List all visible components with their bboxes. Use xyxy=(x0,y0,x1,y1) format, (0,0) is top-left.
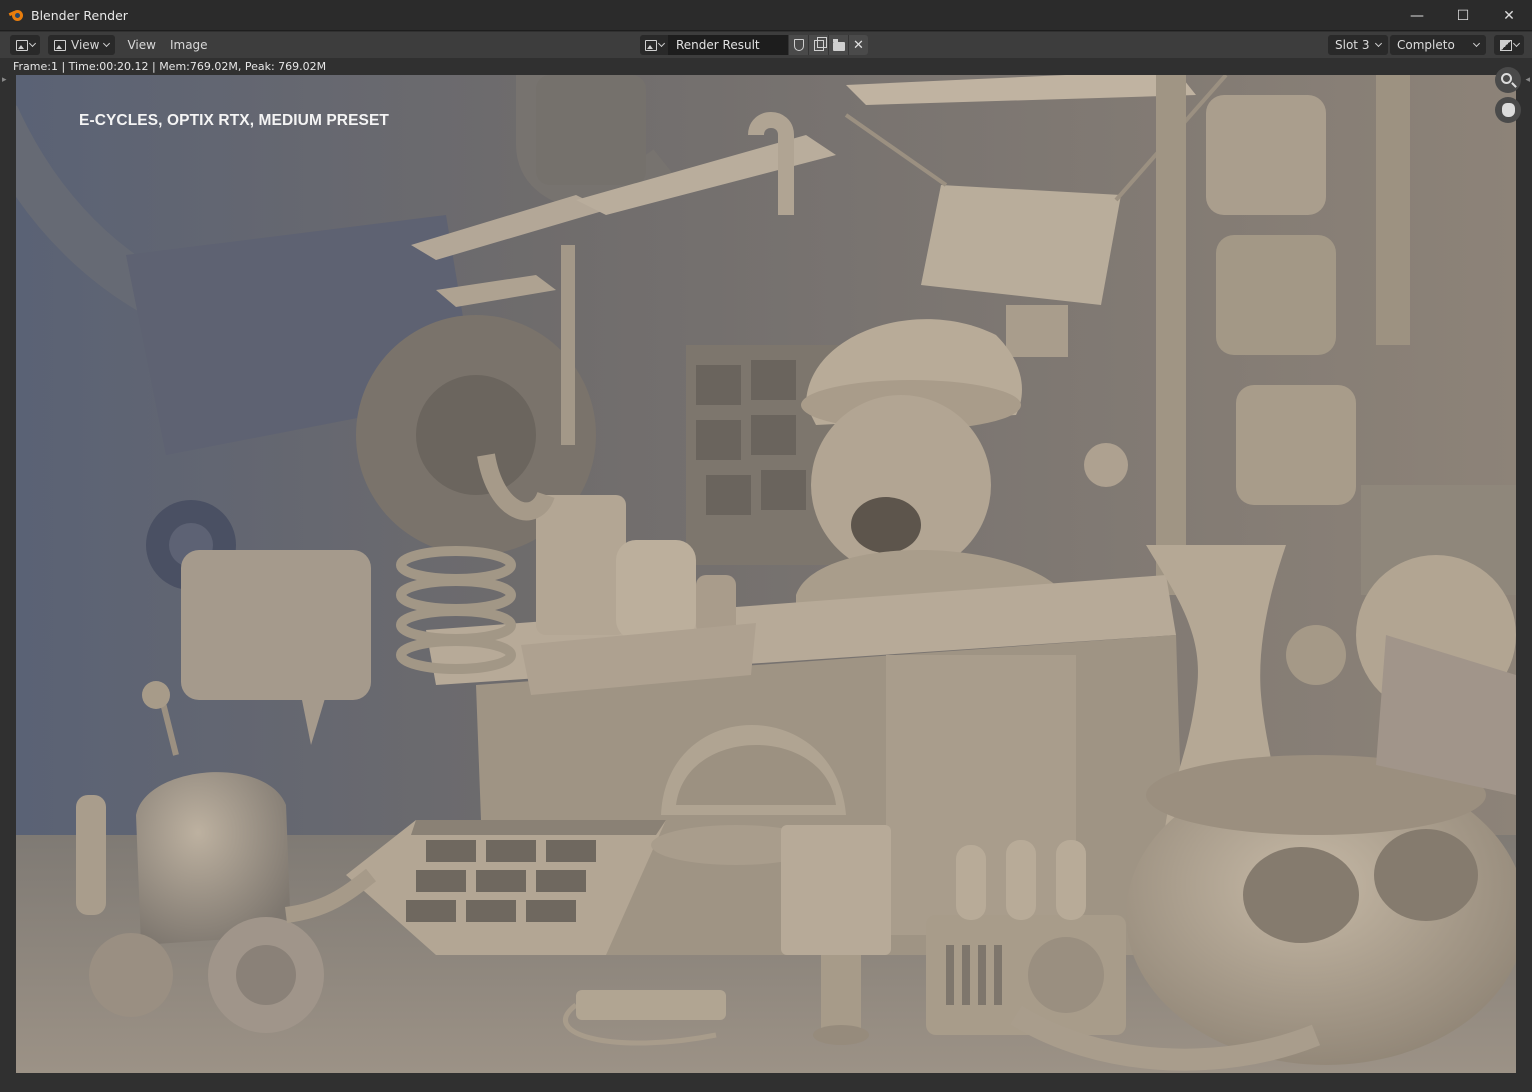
title-bar: Blender Render — ☐ ✕ xyxy=(0,0,1532,31)
window-controls: — ☐ ✕ xyxy=(1394,0,1532,31)
image-viewport[interactable]: ▸ ◂ E-CYCLES, OPTIX RTX, MEDIUM PRESET xyxy=(0,67,1532,1092)
image-name-field[interactable]: Render Result xyxy=(668,35,788,55)
editor-type-button[interactable] xyxy=(10,35,40,55)
close-icon: ✕ xyxy=(853,37,864,53)
blender-logo-icon xyxy=(8,7,25,23)
duplicate-icon xyxy=(813,36,827,51)
minimize-button[interactable]: — xyxy=(1394,0,1440,31)
chevron-down-icon xyxy=(103,39,111,48)
pan-button[interactable] xyxy=(1495,97,1521,123)
window-title: Blender Render xyxy=(31,7,128,23)
toolbar-expand-icon[interactable]: ▸ xyxy=(2,75,7,85)
chevron-down-icon xyxy=(28,39,36,48)
folder-icon xyxy=(832,38,845,51)
view-mode-label: View xyxy=(71,38,100,52)
zoom-button[interactable] xyxy=(1495,67,1521,93)
chevron-down-icon xyxy=(1472,39,1481,48)
pass-select[interactable]: Completo xyxy=(1390,35,1486,55)
display-mode-icon xyxy=(1499,39,1512,51)
view-mode-dropdown[interactable]: View xyxy=(48,35,116,55)
close-window-button[interactable]: ✕ xyxy=(1486,0,1532,31)
render-caption: E-CYCLES, OPTIX RTX, MEDIUM PRESET xyxy=(79,112,389,129)
chevron-down-icon xyxy=(657,39,665,48)
unlink-image-button[interactable]: ✕ xyxy=(848,35,868,55)
new-image-button[interactable] xyxy=(808,35,828,55)
maximize-button[interactable]: ☐ xyxy=(1440,0,1486,31)
image-selector: Render Result ✕ xyxy=(640,35,868,55)
open-image-button[interactable] xyxy=(828,35,848,55)
hand-icon xyxy=(1501,103,1515,117)
render-slot-controls: Slot 3 Completo xyxy=(1328,35,1524,55)
render-illustration xyxy=(16,75,1516,1073)
render-stats: Frame:1 | Time:00:20.12 | Mem:769.02M, P… xyxy=(0,58,1532,75)
zoom-icon xyxy=(1501,73,1512,84)
image-editor-icon xyxy=(15,39,28,51)
pass-label: Completo xyxy=(1397,38,1455,52)
image-editor-header: View View Image Render Result ✕ Slot 3 C… xyxy=(0,32,1532,58)
image-icon xyxy=(54,39,66,51)
image-icon xyxy=(644,39,657,51)
slot-select[interactable]: Slot 3 xyxy=(1328,35,1388,55)
chevron-down-icon xyxy=(1374,39,1383,48)
browse-image-button[interactable] xyxy=(640,35,668,55)
shield-icon xyxy=(793,39,804,51)
sidebar-expand-icon[interactable]: ◂ xyxy=(1525,75,1530,85)
display-mode-button[interactable] xyxy=(1494,35,1524,55)
chevron-down-icon xyxy=(1512,39,1520,48)
menu-image[interactable]: Image xyxy=(170,38,208,52)
menu-view[interactable]: View xyxy=(127,38,155,52)
render-image: E-CYCLES, OPTIX RTX, MEDIUM PRESET xyxy=(16,75,1516,1073)
slot-label: Slot 3 xyxy=(1335,38,1370,52)
fake-user-button[interactable] xyxy=(788,35,808,55)
